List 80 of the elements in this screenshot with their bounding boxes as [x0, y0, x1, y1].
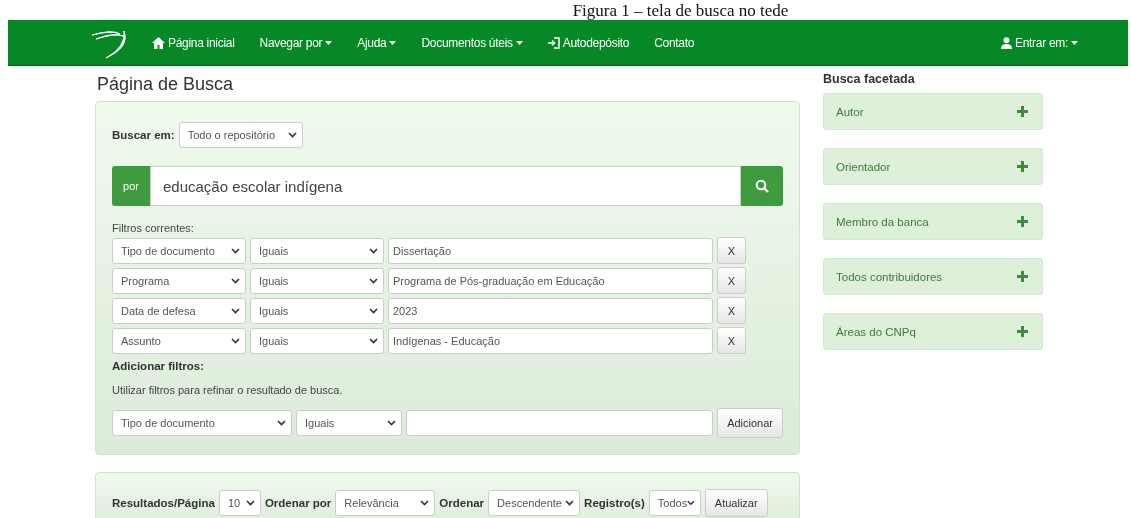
filter-value-field[interactable]: 2023	[388, 297, 713, 324]
caret-icon	[369, 277, 378, 284]
scope-select[interactable]: Todo o repositório	[178, 122, 303, 148]
nav-link[interactable]: Ajuda	[357, 35, 397, 50]
update-button[interactable]: Atualizar	[704, 489, 768, 517]
scope-label: Buscar em:	[112, 129, 175, 141]
plus-icon	[1017, 106, 1028, 117]
plus-icon	[1017, 216, 1028, 227]
facet-item[interactable]: Membro da banca	[823, 203, 1043, 240]
filter-value-field[interactable]: Indígenas - Educação	[388, 327, 713, 354]
caret-icon	[325, 40, 333, 45]
user-icon	[1000, 36, 1012, 49]
records-select[interactable]: Todos	[648, 490, 701, 516]
caret-icon	[387, 420, 396, 426]
remove-filter-button[interactable]: X	[717, 297, 746, 324]
filter-value-field[interactable]	[406, 410, 714, 436]
caret-icon	[565, 500, 575, 506]
filter-value-field[interactable]: Dissertação	[388, 237, 713, 264]
filter-value-field[interactable]: Programa de Pós-graduação em Educação	[388, 267, 713, 294]
sidebar-title: Busca facetada	[823, 72, 916, 86]
caret-icon	[1071, 40, 1078, 45]
field-select[interactable]: Tipo de documento	[112, 237, 246, 264]
facet-item[interactable]: Áreas do CNPq	[823, 313, 1043, 350]
figure-caption: Figura 1 – tela de busca no tede	[572, 2, 789, 20]
caret-icon	[231, 307, 240, 314]
operator-select[interactable]: Iguais	[250, 267, 384, 294]
search-button[interactable]	[741, 166, 783, 206]
caret-icon	[369, 247, 378, 254]
caret-icon	[245, 500, 255, 506]
sort-by-select[interactable]: Relevância	[335, 490, 436, 516]
facet-item[interactable]: Todos contribuidores	[823, 258, 1043, 295]
field-select[interactable]: Data de defesa	[112, 297, 246, 324]
search-icon	[755, 179, 769, 193]
operator-select[interactable]: Iguais	[250, 297, 384, 324]
caret-icon	[515, 40, 523, 45]
plus-icon	[1017, 161, 1028, 172]
remove-filter-button[interactable]: X	[717, 237, 746, 264]
nav-link[interactable]: Documentos úteis	[421, 35, 523, 50]
nav-link[interactable]: Página inicial	[152, 35, 235, 50]
caret-icon	[420, 500, 430, 506]
caret-icon	[277, 420, 286, 426]
add-filter-button[interactable]: Adicionar	[717, 408, 783, 438]
remove-filter-button[interactable]: X	[717, 327, 746, 354]
operator-select[interactable]: Iguais	[296, 410, 402, 436]
caret-icon	[287, 132, 297, 138]
operator-select[interactable]: Iguais	[250, 327, 384, 354]
order-select[interactable]: Descendente	[488, 490, 581, 516]
caret-icon	[369, 337, 378, 344]
home-icon	[152, 36, 165, 49]
caret-icon	[231, 277, 240, 284]
facet-item[interactable]: Orientador	[823, 148, 1043, 185]
caret-icon	[389, 40, 397, 45]
field-select[interactable]: Assunto	[112, 327, 246, 354]
page-title: Página de Busca	[97, 74, 235, 95]
hint-text: Utilizar filtros para refinar o resultado de busca.	[112, 384, 344, 396]
caret-icon	[687, 500, 695, 506]
caret-icon	[231, 247, 240, 254]
field-select[interactable]: Tipo de documento	[112, 410, 292, 436]
operator-select[interactable]: Iguais	[250, 237, 384, 264]
plus-icon	[1017, 271, 1028, 282]
prefix-label: por	[112, 166, 150, 206]
sign-in-icon	[547, 36, 560, 49]
login-menu[interactable]: Entrar em:	[1000, 35, 1078, 50]
caret-icon	[369, 307, 378, 314]
nav-link[interactable]: Contato	[654, 35, 695, 50]
records-label: Registro(s)	[584, 497, 645, 509]
order-label: Ordenar	[439, 497, 485, 509]
filters-label: Filtros correntes:	[112, 222, 195, 234]
plus-icon	[1017, 326, 1028, 337]
per-page-select[interactable]: 10	[218, 490, 261, 516]
caret-icon	[231, 337, 240, 344]
facet-item[interactable]: Autor	[823, 93, 1043, 130]
sort-by-label: Ordenar por	[264, 497, 332, 509]
section-title: Adicionar filtros:	[112, 360, 205, 372]
search-field[interactable]: educação escolar indígena	[150, 166, 741, 206]
remove-filter-button[interactable]: X	[717, 267, 746, 294]
nav-link[interactable]: Autodepósito	[547, 35, 630, 50]
nav-link[interactable]: Navegar por	[259, 35, 333, 50]
per-page-label: Resultados/Página	[112, 497, 215, 509]
field-select[interactable]: Programa	[112, 267, 246, 294]
